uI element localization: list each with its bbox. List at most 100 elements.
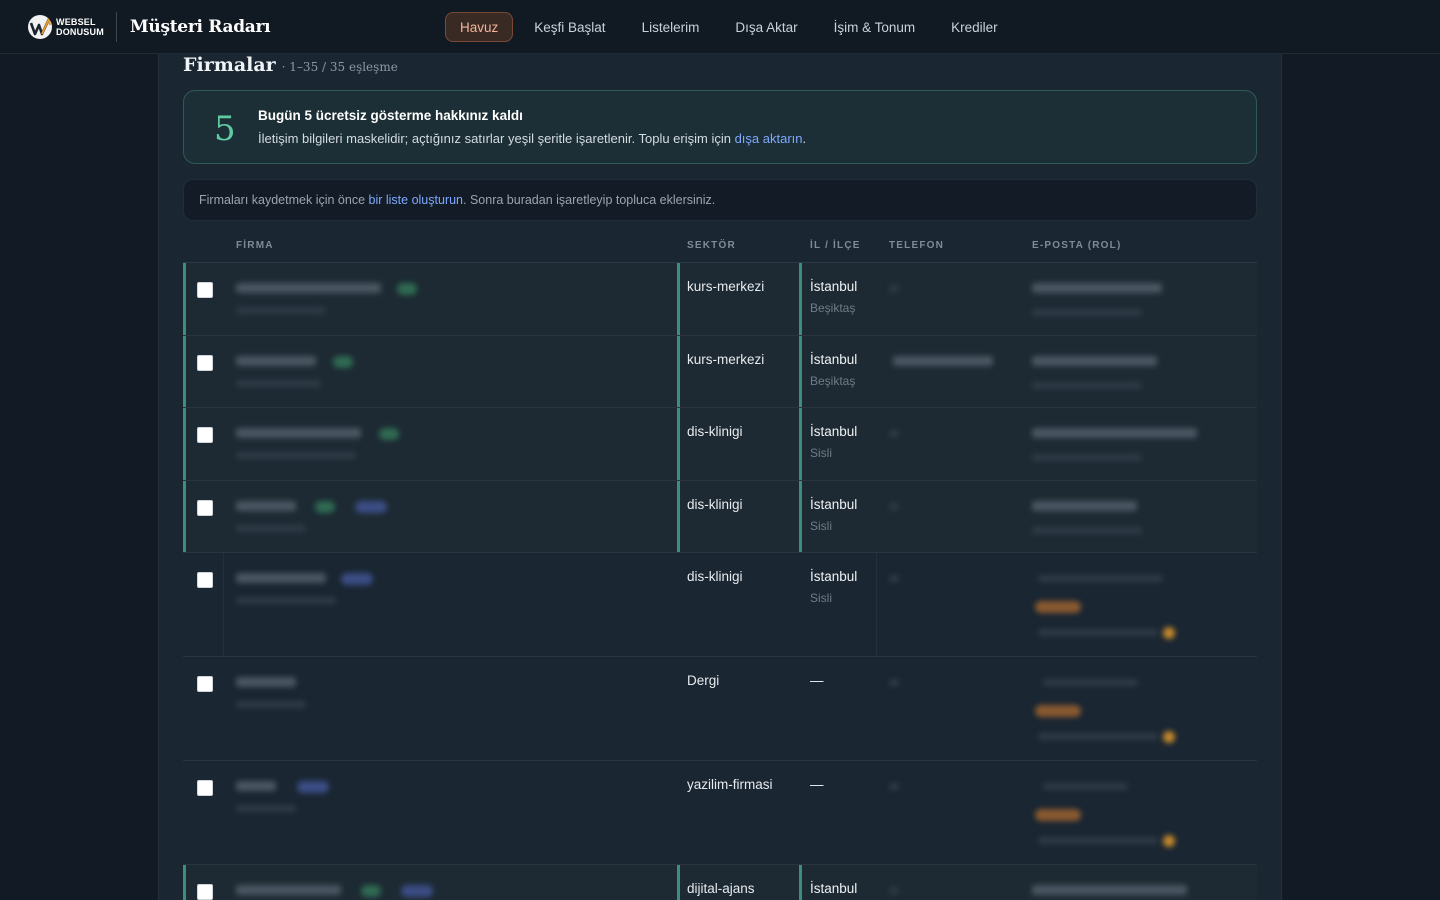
sector-cell: dijital-ajans xyxy=(687,881,755,896)
masked-email xyxy=(1043,783,1128,790)
table-row[interactable]: yazilim-firmasi — xyxy=(183,761,1257,865)
logo-wordmark: WEBSEL DONUSUM xyxy=(56,16,104,37)
sector-cell: yazilim-firmasi xyxy=(687,777,773,792)
masked-firm-detail xyxy=(236,307,326,314)
row-checkbox[interactable] xyxy=(197,884,213,900)
row-checkbox[interactable] xyxy=(197,676,213,692)
row-stripe xyxy=(677,481,680,552)
table-row[interactable]: dis-klinigi İstanbul Sisli xyxy=(183,481,1257,553)
row-checkbox[interactable] xyxy=(197,282,213,298)
city-cell: — xyxy=(810,673,824,688)
status-dot-icon xyxy=(1163,835,1175,847)
city-cell: İstanbul xyxy=(810,881,858,896)
nav-listelerim[interactable]: Listelerim xyxy=(627,12,715,42)
masked-email xyxy=(1032,428,1197,438)
city-cell: İstanbul xyxy=(810,424,858,439)
top-navigation-bar: WEBSEL DONUSUM Müşteri Radarı Havuz Keşf… xyxy=(0,0,1440,54)
table-row[interactable]: dis-klinigi İstanbul Sisli xyxy=(183,408,1257,481)
row-divider xyxy=(876,553,877,656)
row-stripe xyxy=(799,481,802,552)
masked-badge xyxy=(315,501,335,513)
masked-badge xyxy=(341,573,373,585)
masked-firm-name xyxy=(236,885,341,895)
websel-logo-icon xyxy=(28,14,52,39)
table-row[interactable]: kurs-merkezi İstanbul Beşiktaş xyxy=(183,263,1257,336)
masked-badge xyxy=(333,356,353,368)
table-row[interactable]: kurs-merkezi İstanbul Beşiktaş xyxy=(183,336,1257,408)
masked-badge xyxy=(297,781,329,793)
city-cell: — xyxy=(810,777,824,792)
masked-email xyxy=(1032,885,1187,895)
district-cell: Sisli xyxy=(810,591,833,605)
sector-cell: kurs-merkezi xyxy=(687,279,765,294)
status-dot-icon xyxy=(1163,627,1175,639)
row-divider xyxy=(223,553,224,656)
masked-email-role xyxy=(1038,733,1158,740)
column-header-firm[interactable]: FİRMA xyxy=(236,240,274,251)
create-list-link[interactable]: bir liste oluşturun xyxy=(369,193,464,207)
page-title: Firmalar xyxy=(183,54,276,76)
row-stripe xyxy=(677,865,680,900)
column-header-email[interactable]: E-POSTA (ROL) xyxy=(1032,240,1121,251)
row-stripe xyxy=(677,408,680,480)
masked-email xyxy=(1032,283,1162,293)
quota-desc-end: . xyxy=(802,131,807,146)
masked-badge xyxy=(355,501,387,513)
quota-banner: 5 Bugün 5 ücretsiz gösterme hakkınız kal… xyxy=(183,90,1257,164)
nav-havuz[interactable]: Havuz xyxy=(445,12,514,42)
export-link[interactable]: dışa aktarın xyxy=(735,131,803,146)
main-panel: Firmalar · 1–35 / 35 eşleşme 5 Bugün 5 ü… xyxy=(158,54,1282,900)
masked-phone xyxy=(889,887,899,894)
masked-firm-name xyxy=(236,677,296,687)
create-list-hint: Firmaları kaydetmek için önce bir liste … xyxy=(183,179,1257,221)
column-header-sector[interactable]: SEKTÖR xyxy=(687,240,736,251)
nav-disa-aktar[interactable]: Dışa Aktar xyxy=(720,12,812,42)
sector-cell: kurs-merkezi xyxy=(687,352,765,367)
result-count: · 1–35 / 35 eşleşme xyxy=(281,60,398,74)
row-stripe xyxy=(677,336,680,407)
masked-firm-name xyxy=(236,356,316,366)
table-row[interactable]: dijital-ajans İstanbul xyxy=(183,865,1257,900)
masked-badge xyxy=(397,283,417,295)
masked-firm-detail xyxy=(236,701,306,708)
masked-firm-detail xyxy=(236,597,336,604)
brand-divider xyxy=(115,11,117,42)
row-checkbox[interactable] xyxy=(197,500,213,516)
masked-role-badge xyxy=(1035,705,1081,717)
row-checkbox[interactable] xyxy=(197,780,213,796)
table-row[interactable]: dis-klinigi İstanbul Sisli xyxy=(183,553,1257,657)
sector-cell: dis-klinigi xyxy=(687,497,743,512)
quota-description: İletişim bilgileri maskelidir; açtığınız… xyxy=(258,131,806,146)
brand[interactable]: WEBSEL DONUSUM Müşteri Radarı xyxy=(28,11,271,42)
masked-email-role xyxy=(1032,309,1142,316)
district-cell: Sisli xyxy=(810,519,833,533)
column-header-phone[interactable]: TELEFON xyxy=(889,240,944,251)
masked-email-role xyxy=(1038,837,1158,844)
city-cell: İstanbul xyxy=(810,497,858,512)
table-row[interactable]: Dergi — xyxy=(183,657,1257,761)
nav-krediler[interactable]: Krediler xyxy=(936,12,1013,42)
masked-email-role xyxy=(1032,527,1142,534)
nav-kesfi-baslat[interactable]: Keşfi Başlat xyxy=(519,12,620,42)
masked-firm-name xyxy=(236,283,381,293)
row-stripe xyxy=(799,408,802,480)
status-dot-icon xyxy=(1163,731,1175,743)
district-cell: Beşiktaş xyxy=(810,301,856,315)
column-header-location[interactable]: İL / İLÇE xyxy=(810,240,861,251)
masked-email xyxy=(1032,501,1137,511)
nav-isim-tonum[interactable]: İşim & Tonum xyxy=(819,12,931,42)
app-title: Müşteri Radarı xyxy=(129,16,271,37)
masked-firm-name xyxy=(236,501,296,511)
row-checkbox[interactable] xyxy=(197,572,213,588)
masked-phone xyxy=(889,503,899,510)
masked-badge xyxy=(361,885,381,897)
row-checkbox[interactable] xyxy=(197,427,213,443)
row-stripe xyxy=(799,865,802,900)
row-checkbox[interactable] xyxy=(197,355,213,371)
row-stripe xyxy=(799,336,802,407)
masked-firm-detail xyxy=(236,525,306,532)
sector-cell: dis-klinigi xyxy=(687,569,743,584)
table-header: FİRMA SEKTÖR İL / İLÇE TELEFON E-POSTA (… xyxy=(183,228,1257,263)
city-cell: İstanbul xyxy=(810,279,858,294)
masked-email-role xyxy=(1038,629,1158,636)
